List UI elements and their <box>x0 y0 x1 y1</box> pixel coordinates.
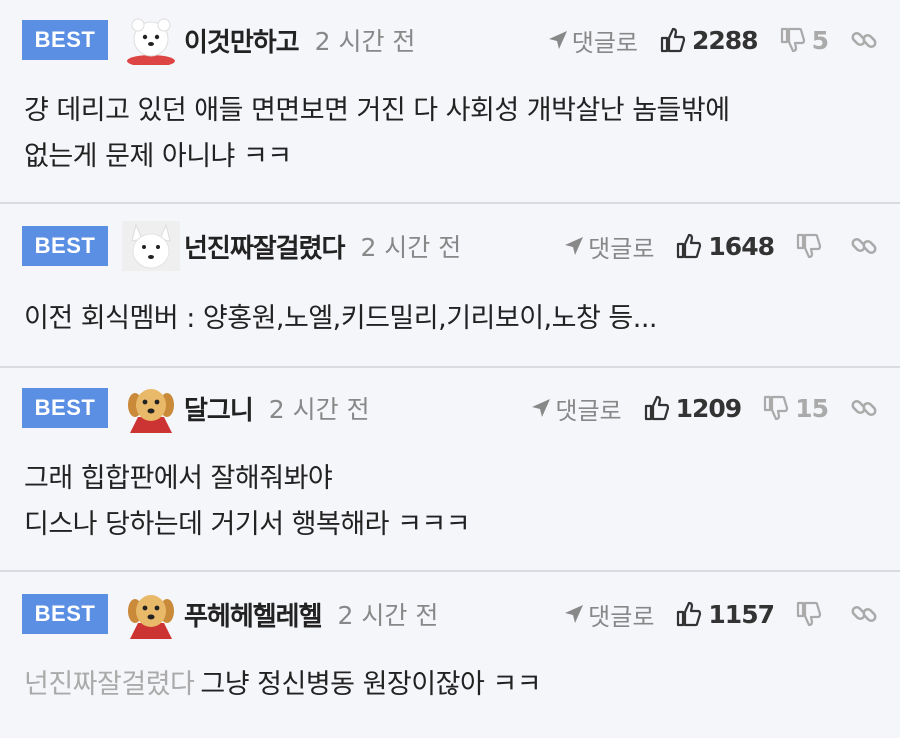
reply-button[interactable]: 댓글로 <box>531 391 622 426</box>
reply-button[interactable]: 댓글로 <box>548 23 638 58</box>
dislike-count: 5 <box>811 25 829 55</box>
thumbs-up-icon <box>677 233 702 259</box>
like-count: 1648 <box>708 231 775 261</box>
link-icon <box>851 31 877 49</box>
comment-item: BEST 달그니 2 시간 전 댓글로 1209 15 그래 힙합판에서 잘해줘… <box>0 368 900 572</box>
mention-link[interactable]: 넌진짜잘걸렸다 <box>24 669 195 700</box>
dislike-button[interactable]: 15 <box>763 393 829 423</box>
comment-line: 없는게 문제 아니냐 ㅋㅋ <box>24 141 292 172</box>
reply-arrow-icon <box>532 399 551 417</box>
dislike-button[interactable] <box>796 601 828 627</box>
comment-line: 이전 회식멤버 : 양홍원,노엘,키드밀리,기리보이,노창 등... <box>24 303 657 334</box>
thumbs-down-icon <box>796 601 822 627</box>
like-button[interactable]: 2288 <box>660 25 759 55</box>
best-badge: BEST <box>22 20 108 60</box>
comment-item: BEST 푸헤헤헬레헬 2 시간 전 댓글로 1157 넌진짜잘걸렸다 그냥 정… <box>0 572 900 738</box>
thumbs-down-icon <box>796 233 822 259</box>
link-icon <box>851 237 877 255</box>
share-link-button[interactable] <box>850 232 878 260</box>
thumbs-up-icon <box>660 27 686 53</box>
timestamp: 2 시간 전 <box>268 395 370 424</box>
dislike-button[interactable] <box>796 233 828 259</box>
comment-body: 그래 힙합판에서 잘해줘봐야 디스나 당하는데 거기서 행복해라 ㅋㅋㅋ <box>24 456 876 548</box>
comment-body: 걍 데리고 있던 애들 면면보면 거진 다 사회성 개박살난 놈들밖에 없는게 … <box>24 88 876 180</box>
best-badge: BEST <box>22 594 108 634</box>
timestamp: 2 시간 전 <box>314 27 416 56</box>
like-button[interactable]: 1157 <box>676 599 775 629</box>
puppy-avatar[interactable] <box>122 589 180 639</box>
like-count: 2288 <box>692 25 759 55</box>
share-link-button[interactable] <box>850 26 878 54</box>
timestamp: 2 시간 전 <box>360 233 462 262</box>
nickname[interactable]: 이것만하고 <box>184 22 300 59</box>
comment-line: 디스나 당하는데 거기서 행복해라 ㅋㅋㅋ <box>24 509 471 540</box>
reply-label: 댓글로 <box>555 396 622 425</box>
white-dog-avatar[interactable] <box>122 221 180 271</box>
reply-button[interactable]: 댓글로 <box>564 597 654 632</box>
nickname[interactable]: 달그니 <box>184 390 254 427</box>
reply-arrow-icon <box>565 237 584 255</box>
nickname[interactable]: 푸헤헤헬레헬 <box>184 596 323 633</box>
comment-body: 넌진짜잘걸렸다 그냥 정신병동 원장이잖아 ㅋㅋ <box>24 662 876 708</box>
comment-line: 걍 데리고 있던 애들 면면보면 거진 다 사회성 개박살난 놈들밖에 <box>24 95 730 126</box>
best-badge: BEST <box>22 388 108 428</box>
like-button[interactable]: 1209 <box>644 394 742 423</box>
comment-body: 이전 회식멤버 : 양홍원,노엘,키드밀리,기리보이,노창 등... <box>24 296 876 342</box>
link-icon <box>851 605 877 623</box>
like-count: 1209 <box>675 393 743 423</box>
nickname[interactable]: 넌진짜잘걸렸다 <box>184 228 345 265</box>
dislike-count: 15 <box>795 393 829 423</box>
thumbs-up-icon <box>677 601 702 627</box>
like-count: 1157 <box>708 599 775 629</box>
white-dog-avatar[interactable] <box>122 15 180 67</box>
comment-line: 넌진짜잘걸렸다 그냥 정신병동 원장이잖아 ㅋㅋ <box>24 662 876 708</box>
reply-label: 댓글로 <box>588 602 655 631</box>
comment-item: BEST 넌진짜잘걸렸다 2 시간 전 댓글로 1648 이전 회식멤버: 양… <box>0 204 900 368</box>
reply-button[interactable]: 댓글로 <box>564 229 654 264</box>
like-button[interactable]: 1648 <box>676 231 775 261</box>
link-icon <box>851 399 877 417</box>
thumbs-down-icon <box>764 395 789 421</box>
comment-line: 그래 힙합판에서 잘해줘봐야 <box>24 463 333 494</box>
reply-label: 댓글로 <box>588 234 655 263</box>
puppy-avatar[interactable] <box>122 383 180 433</box>
thumbs-up-icon <box>644 395 669 421</box>
comment-text: 그냥 정신병동 원장이잖아 ㅋㅋ <box>200 669 542 700</box>
comment-item: BEST 이것만하고 2 시간 전 댓글로 2288 5 걍 데리고 있던 애들… <box>0 0 900 204</box>
thumbs-down-icon <box>780 27 805 53</box>
dislike-button[interactable]: 5 <box>780 25 829 55</box>
timestamp: 2 시간 전 <box>337 601 439 630</box>
reply-label: 댓글로 <box>571 28 638 57</box>
share-link-button[interactable] <box>850 600 878 628</box>
best-badge: BEST <box>22 226 108 266</box>
share-link-button[interactable] <box>850 394 878 422</box>
reply-arrow-icon <box>548 31 567 49</box>
reply-arrow-icon <box>565 605 584 623</box>
